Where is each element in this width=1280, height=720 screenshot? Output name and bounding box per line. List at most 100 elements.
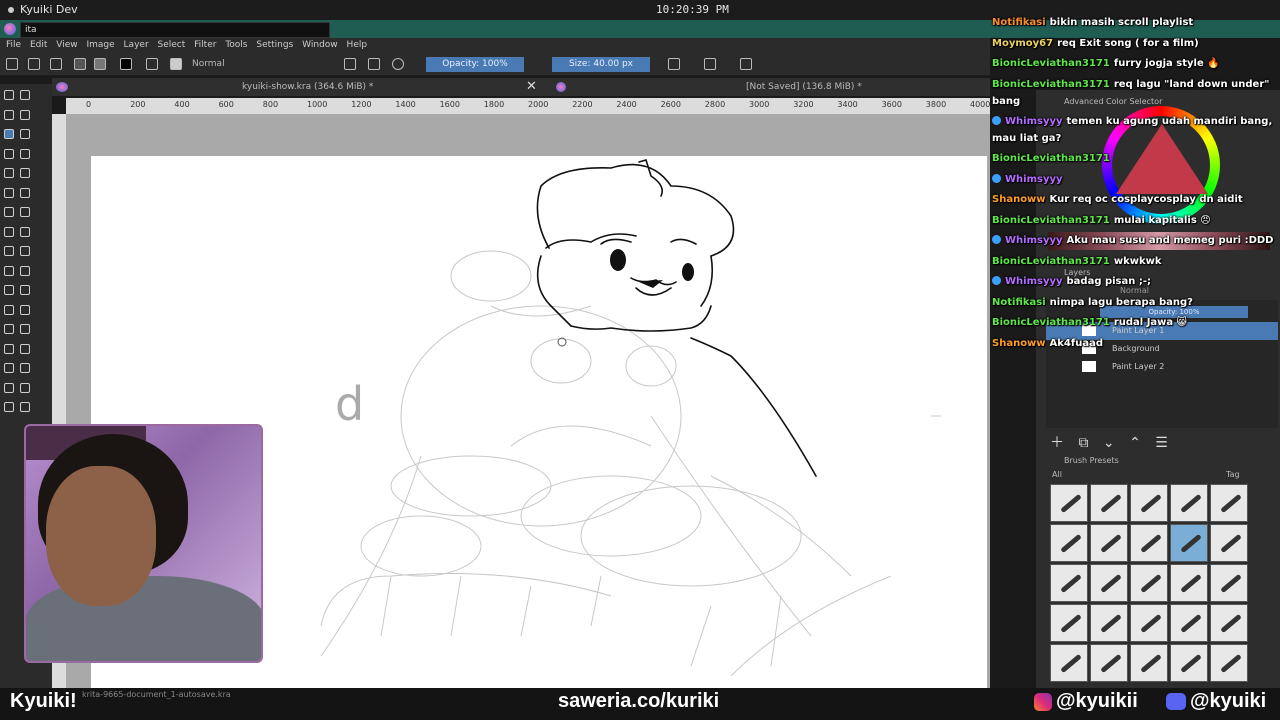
pan-tool-icon[interactable] <box>20 402 30 412</box>
tab-not-saved[interactable]: [Not Saved] (136.8 MiB) * <box>746 78 862 96</box>
brush-preset-tile[interactable] <box>1090 524 1128 562</box>
menu-help[interactable]: Help <box>347 38 368 52</box>
menu-edit[interactable]: Edit <box>30 38 47 52</box>
mirror-vertical-icon[interactable] <box>704 58 716 70</box>
menu-filter[interactable]: Filter <box>194 38 216 52</box>
brush-filter-select[interactable]: All <box>1052 470 1062 479</box>
freehand-brush-tool-icon[interactable] <box>4 129 14 139</box>
brush-preset-tile[interactable] <box>1210 644 1248 682</box>
bezier-tool-icon[interactable] <box>4 187 14 198</box>
brush-preset-tile[interactable] <box>1210 604 1248 642</box>
reference-tool-icon[interactable] <box>20 304 30 315</box>
brush-preset-tile[interactable] <box>1130 564 1168 602</box>
gradient-tool-icon[interactable] <box>20 246 30 256</box>
polygon-tool-icon[interactable] <box>4 168 14 178</box>
rectangle-tool-icon[interactable] <box>4 148 14 159</box>
blend-mode-select[interactable]: Normal <box>190 57 336 72</box>
pattern-icon[interactable] <box>94 58 106 70</box>
move-tool-icon[interactable] <box>20 226 30 237</box>
contiguous-select-tool-icon[interactable] <box>4 363 14 373</box>
transform-tool-icon[interactable] <box>4 226 14 237</box>
wrap-around-icon[interactable] <box>740 58 752 70</box>
menu-window[interactable]: Window <box>302 38 338 52</box>
freehand-select-tool-icon[interactable] <box>20 343 30 354</box>
new-document-icon[interactable] <box>6 58 18 70</box>
fill-tool-icon[interactable] <box>4 265 14 276</box>
brush-preset-icon[interactable] <box>170 58 182 70</box>
ellipse-tool-icon[interactable] <box>20 148 30 159</box>
freehand-path-tool-icon[interactable] <box>20 187 30 198</box>
color-swatch-icon[interactable] <box>120 58 132 70</box>
bezier-select-tool-icon[interactable] <box>4 382 14 393</box>
menu-settings[interactable]: Settings <box>256 38 293 52</box>
save-icon[interactable] <box>50 58 62 70</box>
brush-preset-tile[interactable] <box>1050 484 1088 522</box>
smart-patch-tool-icon[interactable] <box>4 285 14 295</box>
menu-select[interactable]: Select <box>158 38 186 52</box>
ellipse-select-tool-icon[interactable] <box>20 324 30 334</box>
brush-settings-icon[interactable] <box>146 58 158 70</box>
similar-select-tool-icon[interactable] <box>20 363 30 373</box>
calligraphy-tool-icon[interactable] <box>20 109 30 120</box>
magnetic-select-tool-icon[interactable] <box>20 382 30 393</box>
duplicate-layer-icon[interactable]: ⧉ <box>1078 435 1088 451</box>
size-slider[interactable]: Size: 40.00 px <box>552 57 650 72</box>
move-down-icon[interactable]: ⌄ <box>1103 435 1115 451</box>
brush-preset-tile[interactable] <box>1090 604 1128 642</box>
brush-preset-tile[interactable] <box>1170 644 1208 682</box>
brush-preset-tile[interactable] <box>1090 484 1128 522</box>
title-input[interactable]: ita <box>20 22 330 38</box>
edit-shapes-tool-icon[interactable] <box>4 109 14 120</box>
color-picker-tool-icon[interactable] <box>20 265 30 276</box>
multibrush-tool-icon[interactable] <box>20 207 30 217</box>
menu-layer[interactable]: Layer <box>124 38 149 52</box>
brush-preset-tile[interactable] <box>1050 604 1088 642</box>
brush-preset-tile[interactable] <box>1130 604 1168 642</box>
ruler-tick-label: 3200 <box>793 100 814 109</box>
open-folder-icon[interactable] <box>28 58 40 70</box>
text-tool-icon[interactable] <box>20 90 30 100</box>
mirror-horizontal-icon[interactable] <box>668 58 680 70</box>
polygon-select-tool-icon[interactable] <box>4 343 14 354</box>
assistant-tool-icon[interactable] <box>20 285 30 295</box>
close-tab-icon[interactable]: ✕ <box>526 79 537 95</box>
line-tool-icon[interactable] <box>20 129 30 139</box>
eraser-icon[interactable] <box>344 58 356 70</box>
brush-preset-tile[interactable] <box>1050 524 1088 562</box>
polyline-tool-icon[interactable] <box>20 168 30 178</box>
dynamic-brush-tool-icon[interactable] <box>4 207 14 217</box>
tab-kyuiki-show[interactable]: kyuiki-show.kra (364.6 MiB) * <box>242 78 373 96</box>
opacity-slider[interactable]: Opacity: 100% <box>426 57 524 72</box>
layer-row[interactable]: Paint Layer 2 <box>1046 358 1278 376</box>
brush-preset-tile[interactable] <box>1170 524 1208 562</box>
brush-preset-tile[interactable] <box>1130 644 1168 682</box>
brush-preset-tile[interactable] <box>1130 484 1168 522</box>
brush-preset-tile[interactable] <box>1090 644 1128 682</box>
measure-tool-icon[interactable] <box>4 304 14 315</box>
menu-view[interactable]: View <box>56 38 77 52</box>
menu-image[interactable]: Image <box>86 38 114 52</box>
select-shapes-tool-icon[interactable] <box>4 90 14 100</box>
gradient-icon[interactable] <box>74 58 86 70</box>
brush-preset-tile[interactable] <box>1210 564 1248 602</box>
brush-preset-tile[interactable] <box>1090 564 1128 602</box>
rect-select-tool-icon[interactable] <box>4 324 14 334</box>
brush-preset-tile[interactable] <box>1050 564 1088 602</box>
brush-preset-tile[interactable] <box>1170 604 1208 642</box>
brush-preset-tile[interactable] <box>1170 564 1208 602</box>
menu-file[interactable]: File <box>6 38 21 52</box>
brush-preset-tile[interactable] <box>1210 484 1248 522</box>
reload-icon[interactable] <box>392 58 404 70</box>
brush-preset-tile[interactable] <box>1050 644 1088 682</box>
menu-tools[interactable]: Tools <box>225 38 247 52</box>
crop-tool-icon[interactable] <box>4 246 14 256</box>
zoom-tool-icon[interactable] <box>4 402 14 412</box>
brush-tag-button[interactable]: Tag <box>1226 470 1240 479</box>
brush-preset-tile[interactable] <box>1170 484 1208 522</box>
add-layer-icon[interactable]: ＋ <box>1050 435 1064 451</box>
preserve-alpha-icon[interactable] <box>368 58 380 70</box>
brush-preset-tile[interactable] <box>1130 524 1168 562</box>
layer-properties-icon[interactable]: ☰ <box>1155 435 1168 451</box>
brush-preset-tile[interactable] <box>1210 524 1248 562</box>
move-up-icon[interactable]: ⌃ <box>1129 435 1141 451</box>
